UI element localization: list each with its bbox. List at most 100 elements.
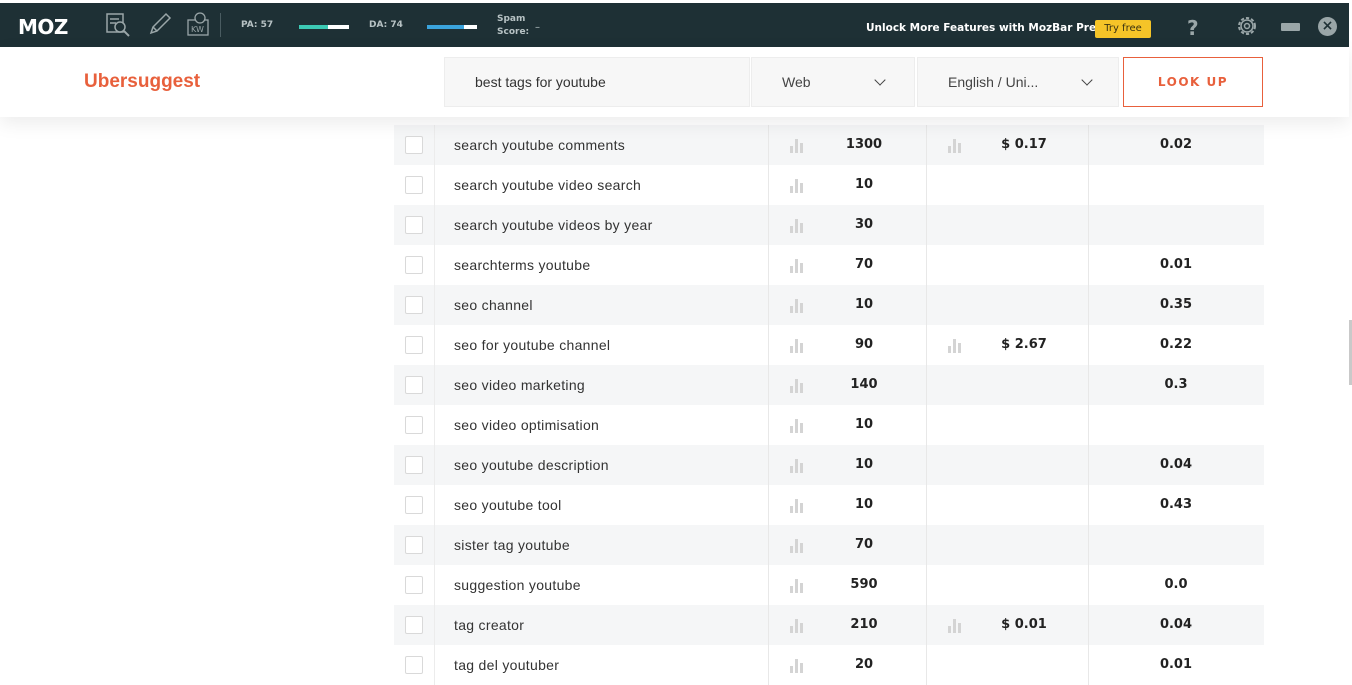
- row-checkbox[interactable]: [405, 656, 423, 674]
- look-up-button[interactable]: LOOK UP: [1123, 57, 1263, 107]
- table-row[interactable]: seo for youtube channel 90 $ 2.67 0.22: [394, 325, 1264, 365]
- search-volume: 10: [854, 177, 874, 192]
- column-divider: [768, 405, 769, 445]
- volume-chart-icon[interactable]: [789, 177, 805, 193]
- volume-chart-icon[interactable]: [789, 337, 805, 353]
- try-free-button[interactable]: Try free: [1095, 20, 1151, 38]
- row-checkbox[interactable]: [405, 416, 423, 434]
- table-row[interactable]: tag creator 210 $ 0.01 0.04: [394, 605, 1264, 645]
- table-row[interactable]: seo youtube description 10 0.04: [394, 445, 1264, 485]
- row-checkbox[interactable]: [405, 496, 423, 514]
- table-row[interactable]: search youtube comments 1300 $ 0.17 0.02: [394, 125, 1264, 165]
- row-select-cell: [394, 285, 435, 325]
- row-checkbox[interactable]: [405, 136, 423, 154]
- table-row[interactable]: seo video marketing 140 0.3: [394, 365, 1264, 405]
- search-volume: 20: [854, 657, 874, 672]
- page-analysis-icon[interactable]: [105, 11, 131, 37]
- row-select-cell: [394, 125, 435, 165]
- volume-chart-icon[interactable]: [789, 257, 805, 273]
- search-volume: 70: [854, 257, 874, 272]
- pencil-icon[interactable]: [147, 11, 173, 37]
- column-divider: [1088, 205, 1089, 245]
- column-divider: [926, 485, 927, 525]
- competition-value: 0.01: [1159, 657, 1193, 672]
- gear-icon[interactable]: [1234, 13, 1260, 39]
- search-volume: 210: [850, 617, 878, 632]
- row-checkbox[interactable]: [405, 616, 423, 634]
- da-label: DA: 74: [369, 20, 403, 30]
- table-row[interactable]: searchterms youtube 70 0.01: [394, 245, 1264, 285]
- cpc-chart-icon[interactable]: [947, 337, 963, 353]
- keyword-text[interactable]: seo youtube tool: [454, 497, 562, 513]
- table-row[interactable]: suggestion youtube 590 0.0: [394, 565, 1264, 605]
- volume-chart-icon[interactable]: [789, 217, 805, 233]
- volume-chart-icon[interactable]: [789, 137, 805, 153]
- search-volume: 10: [854, 457, 874, 472]
- table-row[interactable]: search youtube video search 10: [394, 165, 1264, 205]
- keyword-search-input[interactable]: best tags for youtube: [444, 57, 750, 107]
- competition-value: 0.22: [1159, 337, 1193, 352]
- row-checkbox[interactable]: [405, 256, 423, 274]
- language-select[interactable]: English / Uni...: [917, 57, 1119, 107]
- row-checkbox[interactable]: [405, 176, 423, 194]
- search-volume: 590: [850, 577, 878, 592]
- search-volume: 10: [854, 417, 874, 432]
- column-divider: [768, 285, 769, 325]
- cpc-chart-icon[interactable]: [947, 137, 963, 153]
- cpc-chart-icon[interactable]: [947, 617, 963, 633]
- volume-chart-icon[interactable]: [789, 497, 805, 513]
- volume-chart-icon[interactable]: [789, 657, 805, 673]
- row-select-cell: [394, 205, 435, 245]
- table-row[interactable]: seo youtube tool 10 0.43: [394, 485, 1264, 525]
- keyword-text[interactable]: seo youtube description: [454, 457, 609, 473]
- keyword-text[interactable]: seo video optimisation: [454, 417, 599, 433]
- row-checkbox[interactable]: [405, 536, 423, 554]
- keyword-text[interactable]: tag del youtuber: [454, 657, 559, 673]
- row-checkbox[interactable]: [405, 456, 423, 474]
- volume-chart-icon[interactable]: [789, 297, 805, 313]
- spam-score-label: Spam Score:: [497, 13, 529, 39]
- keyword-text[interactable]: searchterms youtube: [454, 257, 590, 273]
- volume-chart-icon[interactable]: [789, 617, 805, 633]
- row-checkbox[interactable]: [405, 376, 423, 394]
- column-divider: [926, 445, 927, 485]
- source-select[interactable]: Web: [751, 57, 915, 107]
- keyword-search-icon[interactable]: KW: [186, 11, 212, 37]
- moz-logo[interactable]: MOZ: [18, 15, 68, 39]
- column-divider: [1088, 245, 1089, 285]
- column-divider: [1088, 645, 1089, 685]
- row-checkbox[interactable]: [405, 336, 423, 354]
- table-row[interactable]: tag del youtuber 20 0.01: [394, 645, 1264, 685]
- column-divider: [768, 565, 769, 605]
- volume-chart-icon[interactable]: [789, 417, 805, 433]
- table-row[interactable]: search youtube videos by year 30: [394, 205, 1264, 245]
- spam-score-value: –: [535, 22, 540, 33]
- table-row[interactable]: sister tag youtube 70: [394, 525, 1264, 565]
- brand-logo[interactable]: Ubersuggest: [84, 71, 200, 93]
- keyword-text[interactable]: seo for youtube channel: [454, 337, 610, 353]
- volume-chart-icon[interactable]: [789, 537, 805, 553]
- close-icon[interactable]: ×: [1318, 17, 1337, 36]
- search-volume: 30: [854, 217, 874, 232]
- row-checkbox[interactable]: [405, 296, 423, 314]
- row-checkbox[interactable]: [405, 216, 423, 234]
- help-icon[interactable]: ?: [1187, 16, 1199, 40]
- volume-chart-icon[interactable]: [789, 377, 805, 393]
- competition-value: 0.02: [1159, 137, 1193, 152]
- keyword-text[interactable]: seo channel: [454, 297, 533, 313]
- table-row[interactable]: seo video optimisation 10: [394, 405, 1264, 445]
- table-row[interactable]: seo channel 10 0.35: [394, 285, 1264, 325]
- volume-chart-icon[interactable]: [789, 577, 805, 593]
- volume-chart-icon[interactable]: [789, 457, 805, 473]
- keyword-text[interactable]: tag creator: [454, 617, 524, 633]
- svg-text:KW: KW: [191, 25, 204, 34]
- keyword-text[interactable]: suggestion youtube: [454, 577, 581, 593]
- column-divider: [926, 645, 927, 685]
- minimize-icon[interactable]: [1281, 23, 1300, 31]
- keyword-text[interactable]: search youtube comments: [454, 137, 625, 153]
- keyword-text[interactable]: search youtube videos by year: [454, 217, 653, 233]
- keyword-text[interactable]: sister tag youtube: [454, 537, 570, 553]
- keyword-text[interactable]: search youtube video search: [454, 177, 641, 193]
- row-checkbox[interactable]: [405, 576, 423, 594]
- keyword-text[interactable]: seo video marketing: [454, 377, 585, 393]
